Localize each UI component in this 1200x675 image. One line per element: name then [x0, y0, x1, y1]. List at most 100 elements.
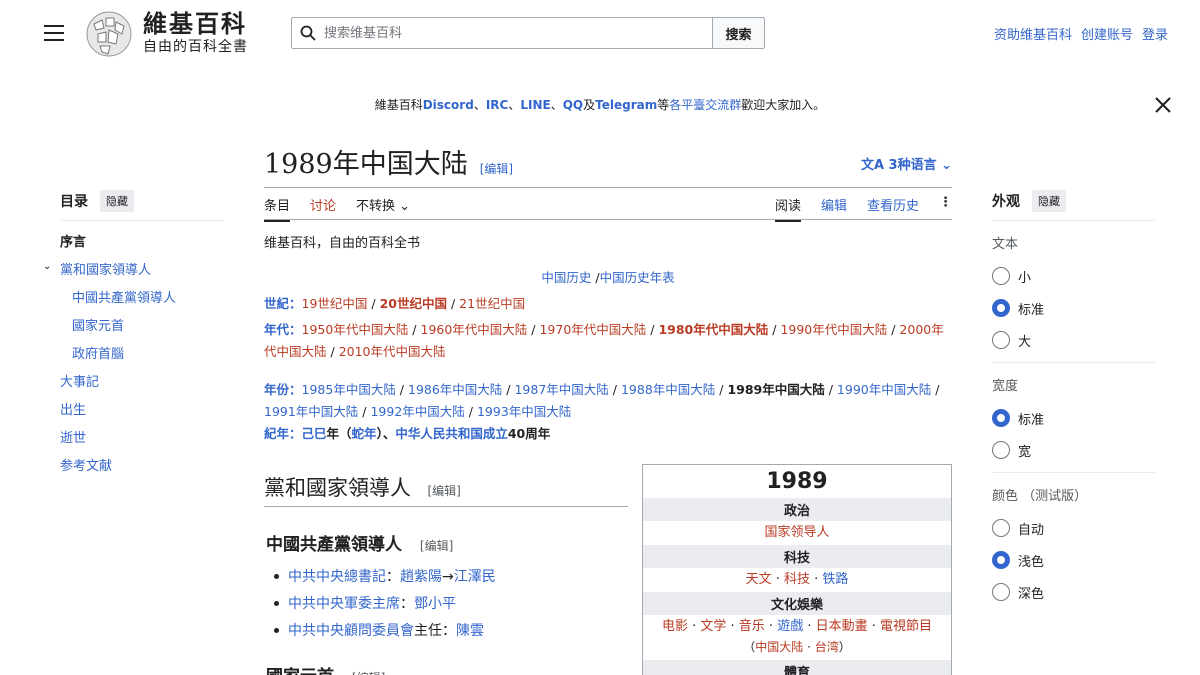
- toc-item-births[interactable]: 出生: [60, 401, 224, 429]
- search-box[interactable]: [291, 17, 713, 49]
- year-link[interactable]: 1987年中国大陆: [514, 382, 608, 397]
- toc-item-head-of-government[interactable]: 政府首腦: [60, 345, 224, 373]
- century-link[interactable]: 21世纪中国: [459, 296, 525, 311]
- tab-article[interactable]: 条目: [264, 195, 291, 222]
- donate-link[interactable]: 资助维基百科: [994, 24, 1072, 43]
- more-options-icon[interactable]: ⋮: [939, 195, 952, 210]
- decade-link[interactable]: 2010年代中国大陆: [339, 344, 446, 359]
- infobox-link[interactable]: 中国大陆: [755, 640, 803, 654]
- tab-talk[interactable]: 讨论: [310, 195, 336, 214]
- irc-link[interactable]: IRC: [486, 98, 509, 112]
- role-link[interactable]: 中共中央軍委主席: [288, 596, 400, 612]
- toc-item-events[interactable]: 大事記: [60, 373, 224, 401]
- radio-button[interactable]: [992, 267, 1010, 285]
- person-link[interactable]: 鄧小平: [414, 596, 456, 612]
- century-link[interactable]: 19世纪中国: [302, 296, 368, 311]
- year-link[interactable]: 1985年中国大陆: [302, 382, 396, 397]
- person-link[interactable]: 趙紫陽: [400, 569, 442, 585]
- infobox-link[interactable]: 天文: [746, 572, 772, 587]
- color-auto-option[interactable]: 自动: [992, 512, 1156, 544]
- create-account-link[interactable]: 创建账号: [1081, 24, 1133, 43]
- radio-button[interactable]: [992, 331, 1010, 349]
- ganzhi-link[interactable]: 己巳: [302, 426, 327, 441]
- year-link[interactable]: 1990年中国大陆: [837, 382, 931, 397]
- discord-link[interactable]: Discord: [423, 98, 474, 112]
- radio-button[interactable]: [992, 583, 1010, 601]
- person-link[interactable]: 江澤民: [454, 569, 496, 585]
- infobox-link[interactable]: 電視節目: [880, 619, 932, 634]
- infobox-link[interactable]: 音乐: [739, 619, 765, 634]
- tab-read[interactable]: 阅读: [774, 195, 801, 222]
- toc-item-leaders[interactable]: 黨和國家領導人: [60, 261, 224, 289]
- telegram-link[interactable]: Telegram: [595, 98, 657, 112]
- zodiac-link[interactable]: 蛇年: [352, 426, 377, 441]
- line-link[interactable]: LINE: [520, 98, 550, 112]
- year-link[interactable]: 1991年中国大陆: [264, 404, 358, 419]
- chevron-down-icon[interactable]: ⌄: [43, 261, 51, 272]
- wordmark[interactable]: 維基百科 自由的百科全書: [143, 10, 248, 56]
- toc-item-head-of-state[interactable]: 國家元首: [60, 317, 224, 345]
- decade-link[interactable]: 1980年代中国大陆: [658, 322, 768, 337]
- prc-founding-link[interactable]: 中华人民共和国成立: [395, 426, 508, 441]
- close-icon[interactable]: [1154, 96, 1172, 114]
- decade-link[interactable]: 1950年代中国大陆: [302, 322, 409, 337]
- search-button[interactable]: 搜索: [713, 17, 765, 49]
- infobox-link[interactable]: 遊戲: [777, 619, 803, 634]
- decade-link[interactable]: 1960年代中国大陆: [421, 322, 528, 337]
- edit-text[interactable]: [编辑]: [480, 162, 513, 176]
- role-link[interactable]: 中共中央顧問委員會: [288, 623, 414, 639]
- china-history-link[interactable]: 中国历史: [541, 270, 591, 285]
- infobox-link[interactable]: 日本動畫: [816, 619, 868, 634]
- qq-link[interactable]: QQ: [563, 98, 583, 112]
- tab-history[interactable]: 查看历史: [867, 195, 919, 214]
- toc-hide-button[interactable]: 隐藏: [100, 190, 134, 212]
- year-link[interactable]: 1988年中国大陆: [621, 382, 715, 397]
- tab-edit[interactable]: 编辑: [821, 195, 847, 214]
- infobox-link[interactable]: 电影: [662, 619, 688, 634]
- infobox-link[interactable]: 铁路: [822, 572, 848, 587]
- text-standard-option[interactable]: 标准: [992, 292, 1156, 324]
- year-link[interactable]: 1993年中国大陆: [477, 404, 571, 419]
- wikipedia-globe-logo[interactable]: [84, 10, 134, 58]
- year-link[interactable]: 1986年中国大陆: [408, 382, 502, 397]
- radio-button-selected[interactable]: [992, 551, 1010, 569]
- text-small-option[interactable]: 小: [992, 260, 1156, 292]
- width-wide-option[interactable]: 宽: [992, 434, 1156, 466]
- year-link[interactable]: 1992年中国大陆: [370, 404, 464, 419]
- infobox-link[interactable]: 台湾: [815, 640, 839, 654]
- toc-item-deaths[interactable]: 逝世: [60, 429, 224, 457]
- era-text: ）、: [376, 426, 396, 441]
- china-timeline-link[interactable]: 中国历史年表: [600, 270, 675, 285]
- color-dark-option[interactable]: 深色: [992, 576, 1156, 608]
- tab-variant[interactable]: 不转换 ⌄: [356, 195, 410, 214]
- person-link[interactable]: 陳雲: [456, 623, 484, 639]
- toc-item-references[interactable]: 参考文献: [60, 457, 224, 485]
- radio-button-selected[interactable]: [992, 299, 1010, 317]
- infobox-link[interactable]: 文学: [700, 619, 726, 634]
- text-large-option[interactable]: 大: [992, 324, 1156, 356]
- toc-item-intro[interactable]: 序言: [60, 233, 224, 261]
- width-standard-option[interactable]: 标准: [992, 402, 1156, 434]
- decade-link[interactable]: 1970年代中国大陆: [539, 322, 646, 337]
- section-edit-link[interactable]: [编辑]: [427, 484, 460, 498]
- search-input[interactable]: [324, 25, 684, 41]
- main-menu-button[interactable]: [44, 25, 64, 41]
- infobox-link[interactable]: 国家领导人: [764, 525, 829, 540]
- title-edit-link[interactable]: [编辑]: [480, 160, 513, 177]
- century-link[interactable]: 20世纪中国: [380, 296, 447, 311]
- infobox-link[interactable]: 科技: [784, 572, 810, 587]
- color-light-option[interactable]: 浅色: [992, 544, 1156, 576]
- role-link[interactable]: 中共中央總書記: [288, 569, 386, 585]
- site-subtitle: 维基百科，自由的百科全书: [264, 236, 421, 251]
- platforms-link[interactable]: 各平臺交流群: [669, 98, 741, 112]
- radio-button[interactable]: [992, 441, 1010, 459]
- language-button[interactable]: 文A 3种语言 ⌄: [861, 154, 952, 173]
- radio-button[interactable]: [992, 519, 1010, 537]
- login-link[interactable]: 登录: [1142, 24, 1168, 43]
- decade-link[interactable]: 1990年代中国大陆: [780, 322, 887, 337]
- appearance-hide-button[interactable]: 隐藏: [1032, 190, 1066, 212]
- toc-item-party-leaders[interactable]: 中國共產黨領導人: [60, 289, 224, 317]
- subsection-edit-link[interactable]: [编辑]: [420, 539, 453, 553]
- subsection-edit-link[interactable]: [编辑]: [352, 671, 385, 675]
- radio-button-selected[interactable]: [992, 409, 1010, 427]
